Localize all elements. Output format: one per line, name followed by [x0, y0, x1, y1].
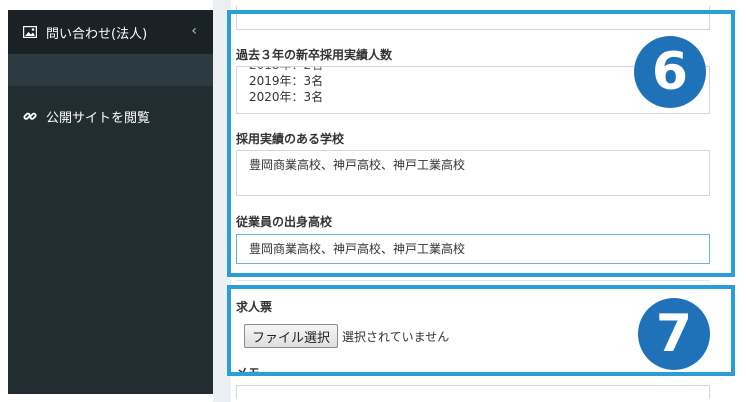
- memo-textarea[interactable]: [236, 385, 710, 399]
- chevron-left-icon[interactable]: ‹: [191, 23, 197, 39]
- sidebar-item-label: 問い合わせ(法人): [46, 26, 148, 42]
- image-icon: [22, 26, 38, 38]
- sidebar: 問い合わせ(法人) ‹ 公開サイトを閲覧: [8, 10, 213, 394]
- sidebar-item-label: 公開サイトを閲覧: [46, 110, 151, 126]
- sidebar-item-view-public-site[interactable]: 公開サイトを閲覧: [8, 94, 213, 138]
- step-badge-6: 6: [634, 36, 706, 108]
- step-badge-7: 7: [638, 298, 710, 370]
- sidebar-item-inquiry-corporate[interactable]: 問い合わせ(法人) ‹: [8, 10, 213, 54]
- link-icon: [22, 109, 38, 123]
- sidebar-submenu: [8, 54, 213, 86]
- divider: [236, 280, 710, 281]
